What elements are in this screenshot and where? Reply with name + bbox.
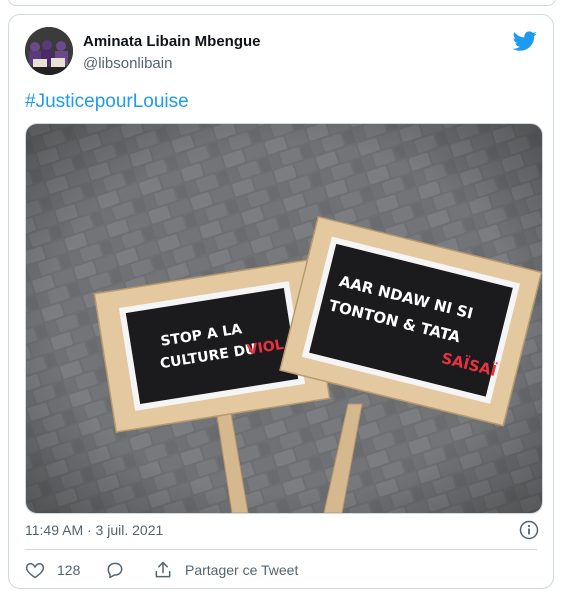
tweet-hashtag-link[interactable]: #JusticepourLouise [25, 91, 189, 113]
author-name[interactable]: Aminata Libain Mbengue [83, 33, 261, 50]
divider [25, 549, 537, 550]
speech-bubble-icon [107, 562, 123, 579]
share-tweet-label: Partager ce Tweet [185, 562, 299, 578]
like-count: 128 [57, 562, 81, 578]
share-upload-icon [155, 561, 171, 578]
tweet-photo[interactable]: STOP A LA CULTURE DU VIOL AAR NDAW NI SI… [25, 123, 543, 514]
share-tweet-button[interactable]: Partager ce Tweet [153, 560, 298, 580]
tweet-card[interactable]: Aminata Libain Mbengue @libsonlibain #Ju… [8, 14, 554, 589]
author-handle[interactable]: @libsonlibain [83, 55, 172, 72]
like-button[interactable]: 128 [25, 560, 80, 580]
heart-icon [25, 562, 45, 579]
author-avatar[interactable] [25, 27, 73, 75]
twitter-bird-icon[interactable] [513, 29, 537, 53]
previous-tweet-card-edge [8, 0, 556, 6]
tweet-timestamp[interactable]: 11:49 AM · 3 juil. 2021 [25, 522, 163, 538]
info-icon[interactable] [519, 520, 539, 540]
reply-button[interactable] [105, 560, 125, 580]
